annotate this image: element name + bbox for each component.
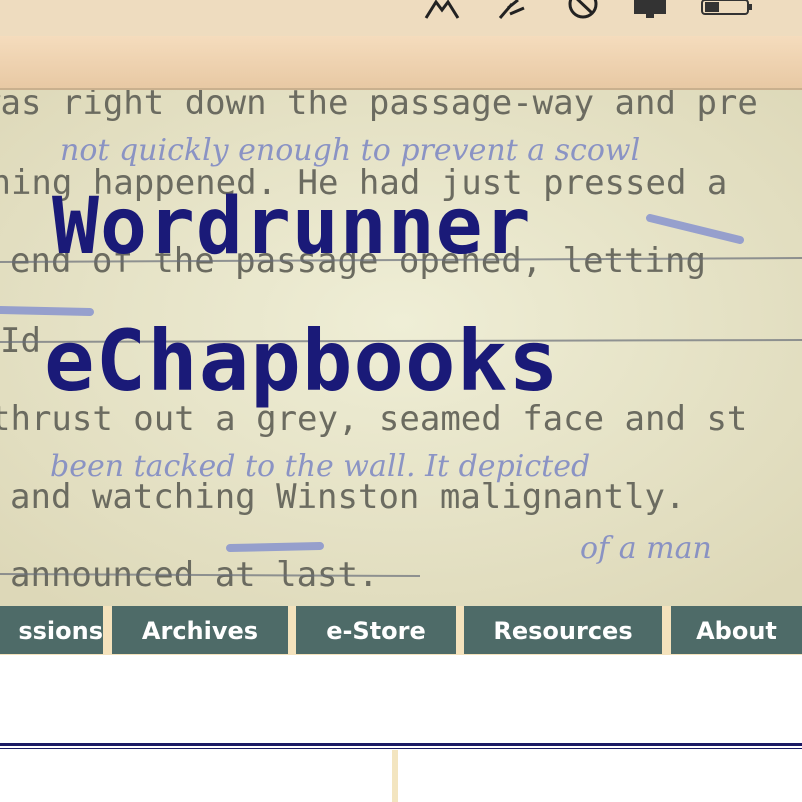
site-title-line1: Wordrunner <box>52 182 532 272</box>
no-sign-icon[interactable] <box>566 0 600 20</box>
divider-rule <box>0 743 802 746</box>
nav-tab-resources[interactable]: Resources <box>464 606 662 654</box>
nav-tab-submissions[interactable]: ssions <box>0 606 103 654</box>
nav-tab-archives[interactable]: Archives <box>112 606 288 654</box>
antenna-icon[interactable] <box>422 0 462 20</box>
tool-icon[interactable] <box>496 0 530 20</box>
display-icon[interactable] <box>632 0 668 20</box>
column-divider <box>392 750 398 802</box>
nav-tab-about[interactable]: About <box>671 606 802 654</box>
nav-tab-estore[interactable]: e-Store <box>296 606 456 654</box>
page-content <box>0 655 802 802</box>
manuscript-line: was right down the passage-way and pre <box>0 90 758 123</box>
divider-rule-thin <box>0 748 802 749</box>
battery-icon[interactable] <box>700 0 754 20</box>
handwritten-note: of a man <box>580 531 712 566</box>
browser-toolbar <box>0 36 802 90</box>
main-nav: ssions Archives e-Store Resources About <box>0 606 802 655</box>
site-title-line2: eChapbooks <box>44 312 560 410</box>
handwritten-note: been tacked to the wall. It depicted <box>50 449 590 484</box>
handwritten-note: not quickly enough to prevent a scowl <box>60 133 640 168</box>
header-banner: was right down the passage-way and pre t… <box>0 90 802 606</box>
system-menu-bar <box>0 0 802 36</box>
